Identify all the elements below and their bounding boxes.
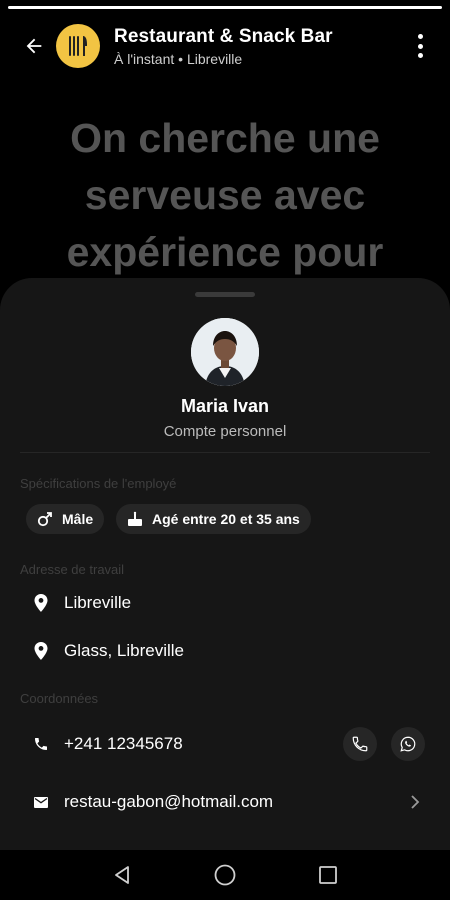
back-button[interactable]: [12, 24, 56, 68]
square-recents-icon: [319, 866, 338, 884]
address-city: Libreville: [64, 593, 132, 612]
more-vert-icon: [417, 34, 423, 39]
gender-icon: [36, 510, 54, 528]
nav-recents-button[interactable]: [308, 855, 348, 895]
whatsapp-icon: [400, 736, 416, 752]
age-chip: Agé entre 20 et 35 ans: [116, 504, 311, 534]
arrow-left-icon: [26, 38, 42, 54]
address-detail: Glass, Libreville: [64, 641, 184, 660]
location-pin-icon: [32, 594, 50, 612]
address-row[interactable]: Libreville: [0, 580, 450, 626]
cutlery-icon: [69, 36, 87, 56]
phone-row: +241 12345678: [0, 721, 450, 767]
email-row[interactable]: restau-gabon@hotmail.com: [0, 779, 450, 825]
circle-home-icon: [214, 864, 236, 886]
more-options-button[interactable]: [408, 32, 432, 60]
specs-section-label: Spécifications de l'employé: [20, 476, 177, 491]
account-type: Compte personnel: [163, 423, 287, 440]
age-chip-label: Agé entre 20 et 35 ans: [152, 511, 300, 527]
call-button[interactable]: [343, 727, 377, 761]
phone-icon: [32, 735, 50, 753]
email-address: restau-gabon@hotmail.com: [64, 792, 274, 811]
nav-home-button[interactable]: [205, 855, 245, 895]
avatar[interactable]: [191, 318, 259, 386]
phone-number: +241 12345678: [64, 734, 183, 753]
nav-back-button[interactable]: [102, 855, 142, 895]
chevron-right-icon: [411, 795, 420, 809]
top-app-bar: Restaurant & Snack Bar À l'instant • Lib…: [0, 20, 450, 72]
user-name: Maria Ivan: [180, 396, 270, 416]
page-title: Restaurant & Snack Bar: [114, 25, 333, 47]
whatsapp-button[interactable]: [391, 727, 425, 761]
address-row[interactable]: Glass, Libreville: [0, 628, 450, 674]
page-subtitle: À l'instant • Libreville: [114, 50, 243, 67]
gender-chip-label: Mâle: [62, 511, 94, 527]
contact-section-label: Coordonnées: [20, 691, 99, 706]
mail-icon: [32, 793, 50, 811]
triangle-back-icon: [114, 866, 129, 884]
address-section-label: Adresse de travail: [20, 562, 125, 577]
phone-outline-icon: [352, 736, 368, 752]
sheet-drag-handle[interactable]: [195, 292, 255, 297]
person-avatar-icon: [191, 318, 259, 386]
post-headline: On cherche une serveuse avec expérience …: [66, 115, 384, 275]
divider: [20, 452, 430, 453]
gender-chip: Mâle: [26, 504, 105, 534]
cake-icon: [126, 510, 144, 528]
status-bar: [8, 6, 442, 9]
location-pin-icon: [32, 642, 50, 660]
system-navigation-bar: [0, 850, 450, 900]
restaurant-logo: [56, 24, 100, 68]
bottom-sheet: Maria Ivan Compte personnel Spécificatio…: [0, 278, 450, 850]
